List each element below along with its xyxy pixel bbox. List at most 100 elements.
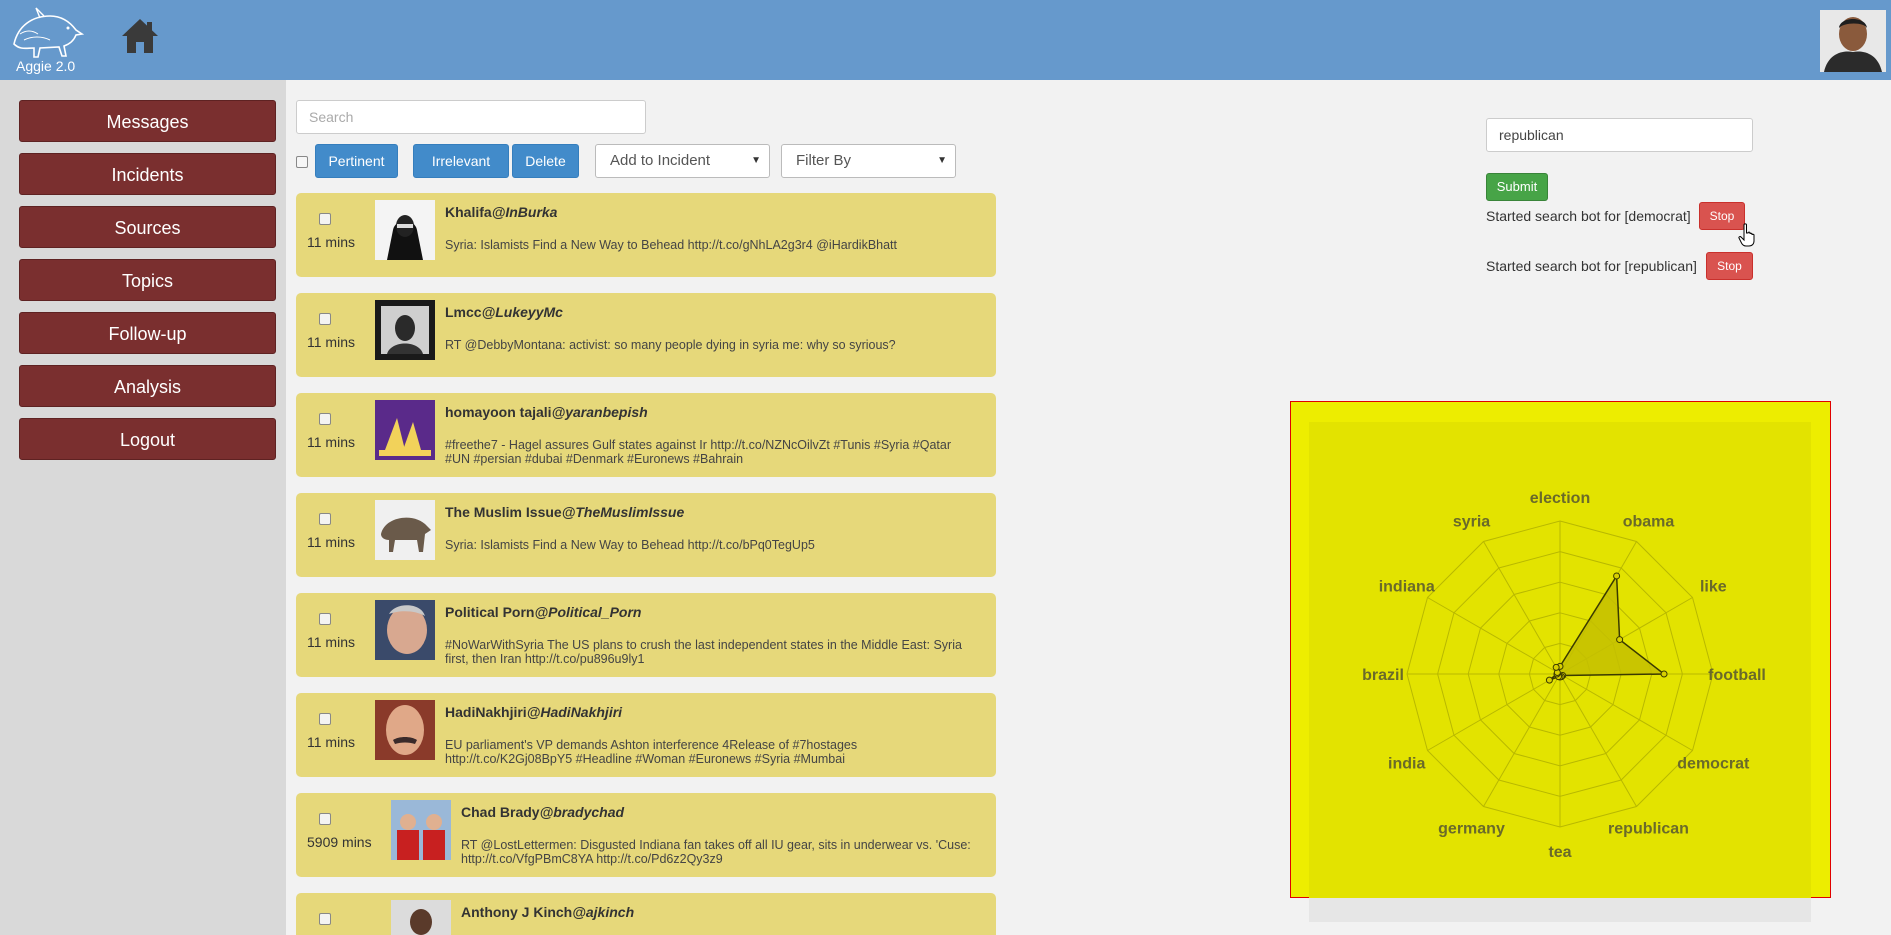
- radar-category-label: election: [1530, 490, 1590, 507]
- delete-button[interactable]: Delete: [512, 144, 579, 178]
- message-author[interactable]: Anthony J Kinch@ajkinch: [461, 904, 634, 920]
- radar-category-label: obama: [1623, 514, 1675, 531]
- radar-series-area: [1548, 573, 1667, 681]
- radar-category-label: indiana: [1379, 579, 1435, 596]
- caret-down-icon: ▼: [937, 155, 947, 166]
- message-checkbox[interactable]: [319, 713, 331, 725]
- sidebar-item-incidents[interactable]: Incidents: [19, 153, 276, 195]
- radar-data-point: [1616, 636, 1624, 644]
- message-text: RT @DebbyMontana: activist: so many peop…: [445, 338, 896, 352]
- chart-panel-edge: [1309, 898, 1811, 922]
- hand-cursor-icon: [1738, 223, 1755, 247]
- message-text: #freethe7 - Hagel assures Gulf states ag…: [445, 438, 951, 466]
- home-icon: [122, 19, 158, 53]
- message-card[interactable]: 11 mins The Muslim Issue@TheMuslimIssue …: [296, 493, 996, 577]
- radar-category-label: syria: [1453, 514, 1490, 531]
- radar-category-label: brazil: [1362, 667, 1404, 684]
- sidebar-item-sources[interactable]: Sources: [19, 206, 276, 248]
- author-avatar: [375, 300, 435, 360]
- message-checkbox[interactable]: [319, 213, 331, 225]
- message-card[interactable]: 5909 mins Chad Brady@bradychad RT @LostL…: [296, 793, 996, 877]
- message-checkbox[interactable]: [319, 913, 331, 925]
- message-author[interactable]: Lmcc@LukeyyMc: [445, 304, 563, 320]
- message-text: Syria: Islamists Find a New Way to Behea…: [445, 538, 815, 552]
- author-avatar: [375, 400, 435, 460]
- search-bot-input[interactable]: republican: [1486, 118, 1753, 152]
- irrelevant-button[interactable]: Irrelevant: [413, 144, 509, 178]
- message-feed: 11 mins Khalifa@InBurka Syria: Islamists…: [296, 193, 996, 935]
- message-text: #NoWarWithSyria The US plans to crush th…: [445, 638, 962, 666]
- sidebar-item-topics[interactable]: Topics: [19, 259, 276, 301]
- author-avatar: [375, 600, 435, 660]
- message-time: 11 mins: [307, 534, 355, 550]
- message-author[interactable]: homayoon tajali@yaranbepish: [445, 404, 648, 420]
- filter-by-label: Filter By: [796, 152, 852, 169]
- home-button[interactable]: [120, 16, 160, 56]
- radar-data-point: [1660, 670, 1668, 678]
- message-card[interactable]: 11 mins HadiNakhjiri@HadiNakhjiri EU par…: [296, 693, 996, 777]
- filter-by-select[interactable]: Filter By ▼: [781, 144, 956, 178]
- sidebar: Messages Incidents Sources Topics Follow…: [0, 80, 286, 935]
- radar-category-label: germany: [1438, 820, 1505, 837]
- search-bot-status: Started search bot for [democrat]: [1486, 208, 1691, 224]
- message-time: 11 mins: [307, 634, 355, 650]
- message-card[interactable]: 11 mins Lmcc@LukeyyMc RT @DebbyMontana: …: [296, 293, 996, 377]
- sidebar-item-messages[interactable]: Messages: [19, 100, 276, 142]
- message-text: EU parliament's VP demands Ashton interf…: [445, 738, 858, 766]
- author-avatar: [375, 500, 435, 560]
- radar-category-label: india: [1388, 756, 1425, 773]
- author-avatar: [391, 800, 451, 860]
- message-checkbox[interactable]: [319, 413, 331, 425]
- radar-data-point: [1613, 572, 1621, 580]
- message-author[interactable]: HadiNakhjiri@HadiNakhjiri: [445, 704, 622, 720]
- radar-chart-panel: election obama like football democrat republi…: [1290, 401, 1831, 898]
- author-avatar: [391, 900, 451, 935]
- message-text: Syria: Islamists Find a New Way to Behea…: [445, 238, 898, 252]
- message-time: 5909 mins: [307, 834, 372, 850]
- sidebar-item-analysis[interactable]: Analysis: [19, 365, 276, 407]
- radar-category-label: republican: [1608, 820, 1689, 837]
- stop-button[interactable]: Stop: [1706, 252, 1753, 280]
- select-all-checkbox[interactable]: [296, 156, 308, 168]
- author-avatar: [375, 200, 435, 260]
- message-checkbox[interactable]: [319, 313, 331, 325]
- message-checkbox[interactable]: [319, 813, 331, 825]
- message-card[interactable]: 11 mins Khalifa@InBurka Syria: Islamists…: [296, 193, 996, 277]
- message-checkbox[interactable]: [319, 513, 331, 525]
- radar-category-label: like: [1700, 579, 1727, 596]
- radar-category-label: democrat: [1677, 756, 1750, 773]
- message-author[interactable]: Political Porn@Political_Porn: [445, 604, 641, 620]
- message-checkbox[interactable]: [319, 613, 331, 625]
- author-avatar: [375, 700, 435, 760]
- radar-chart: election obama like football democrat republi…: [1362, 490, 1766, 861]
- aardvark-icon: [13, 7, 84, 58]
- submit-button[interactable]: Submit: [1486, 173, 1548, 201]
- search-input[interactable]: [296, 100, 646, 134]
- caret-down-icon: ▼: [751, 155, 761, 166]
- logo[interactable]: Aggie 2.0: [8, 2, 86, 76]
- radar-category-label: tea: [1548, 844, 1571, 861]
- radar-data-point: [1552, 663, 1560, 671]
- message-card[interactable]: 11 mins homayoon tajali@yaranbepish #fre…: [296, 393, 996, 477]
- sidebar-item-logout[interactable]: Logout: [19, 418, 276, 460]
- message-card[interactable]: 11 mins Political Porn@Political_Porn #N…: [296, 593, 996, 677]
- logo-text: Aggie 2.0: [16, 58, 76, 74]
- message-author[interactable]: Khalifa@InBurka: [445, 204, 557, 220]
- search-bot-status: Started search bot for [republican]: [1486, 258, 1697, 274]
- message-author[interactable]: The Muslim Issue@TheMuslimIssue: [445, 504, 684, 520]
- user-avatar[interactable]: [1820, 10, 1886, 72]
- add-to-incident-label: Add to Incident: [610, 152, 711, 169]
- message-text: RT @LostLettermen: Disgusted Indiana fan…: [461, 838, 971, 866]
- message-time: 11 mins: [307, 334, 355, 350]
- message-author[interactable]: Chad Brady@bradychad: [461, 804, 624, 820]
- message-time: 11 mins: [307, 434, 355, 450]
- radar-category-label: football: [1708, 667, 1766, 684]
- radar-data-point: [1545, 676, 1553, 684]
- message-time: 11 mins: [307, 234, 355, 250]
- add-to-incident-select[interactable]: Add to Incident ▼: [595, 144, 770, 178]
- pertinent-button[interactable]: Pertinent: [315, 144, 398, 178]
- message-card[interactable]: Anthony J Kinch@ajkinch: [296, 893, 996, 935]
- message-time: 11 mins: [307, 734, 355, 750]
- sidebar-item-follow-up[interactable]: Follow-up: [19, 312, 276, 354]
- top-navbar: Aggie 2.0: [0, 0, 1891, 80]
